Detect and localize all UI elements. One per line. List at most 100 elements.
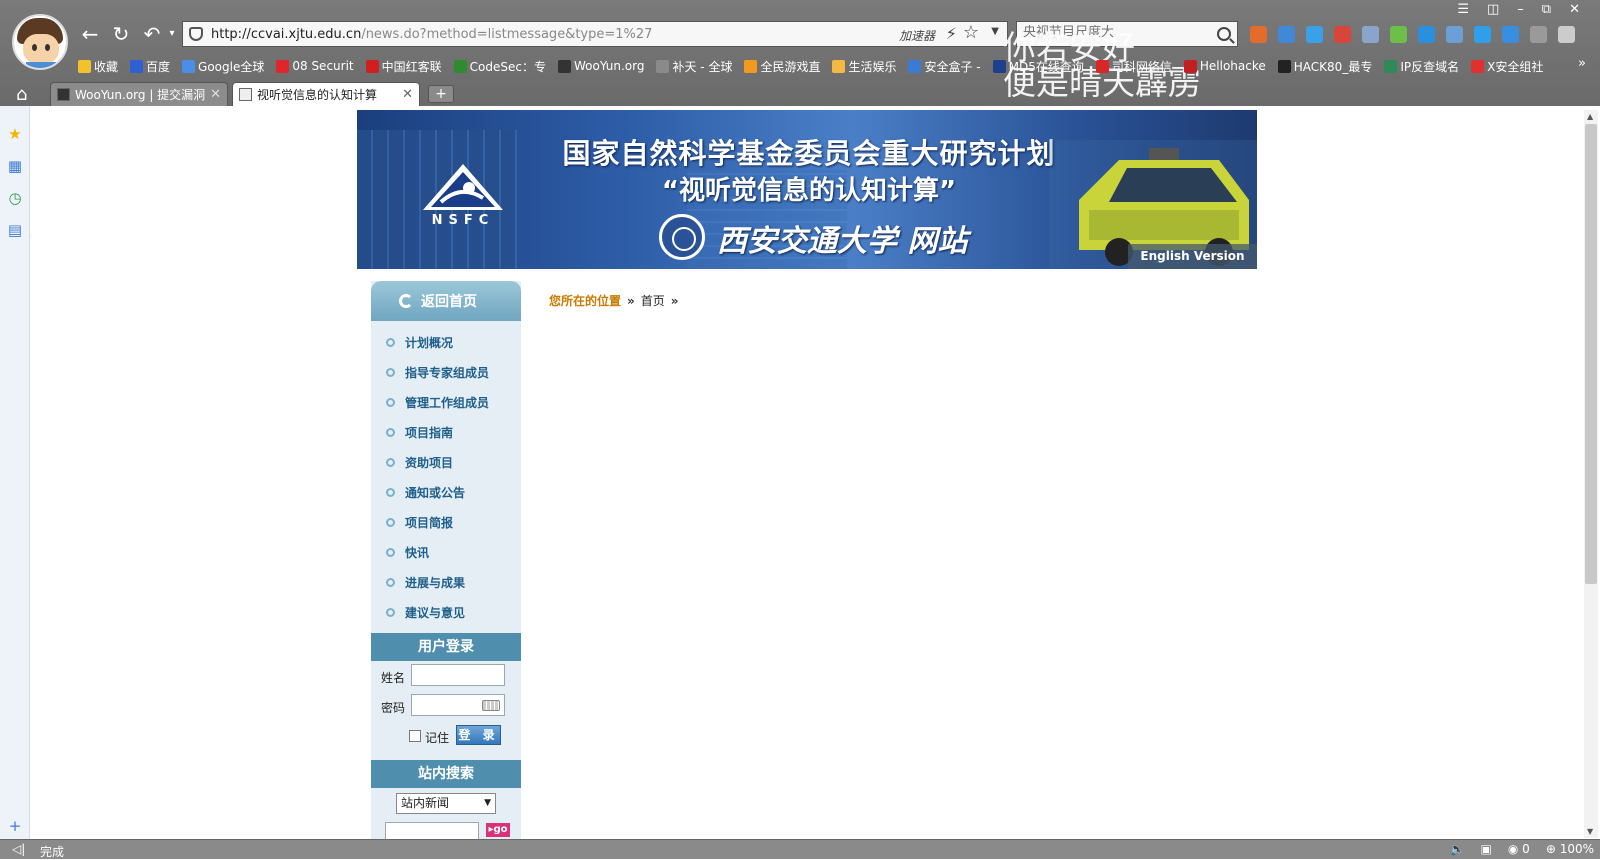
- bookmark-item[interactable]: X安全组社: [1471, 58, 1543, 75]
- accelerator-button[interactable]: 加速器: [899, 27, 935, 44]
- toolbar-extension-icon[interactable]: [1306, 26, 1323, 43]
- browser-side-panel: ★ ▦ ◷ ▤ +: [0, 106, 30, 839]
- address-url[interactable]: http://ccvai.xjtu.edu.cn/news.do?method=…: [211, 27, 652, 42]
- bookmark-item[interactable]: 百度: [130, 58, 170, 75]
- toolbar-extension-icon[interactable]: [1558, 26, 1575, 43]
- bookmark-item[interactable]: 生活娱乐: [832, 58, 896, 75]
- zoom-control[interactable]: ⊕ 100%: [1546, 842, 1594, 856]
- sidebar-menu-item[interactable]: 计划概况: [371, 327, 521, 357]
- add-panel-icon[interactable]: +: [7, 818, 23, 834]
- toolbar-extension-icon[interactable]: [1502, 26, 1519, 43]
- sidebar-menu-item[interactable]: 资助项目: [371, 447, 521, 477]
- minimize-icon[interactable]: –: [1517, 2, 1524, 17]
- bookmark-item[interactable]: HACK80_最专: [1277, 58, 1372, 75]
- scroll-down-icon[interactable]: ▼: [1587, 827, 1593, 836]
- new-tab-button[interactable]: +: [428, 85, 454, 103]
- go-button[interactable]: ▸go: [486, 823, 510, 837]
- scroll-thumb[interactable]: [1585, 124, 1597, 584]
- browser-search-input[interactable]: [1023, 25, 1203, 40]
- reading-icon[interactable]: ▦: [7, 158, 23, 174]
- sidebar-menu-item[interactable]: 快讯: [371, 537, 521, 567]
- screenshot-icon[interactable]: ▣: [1481, 842, 1492, 856]
- favorites-star-icon[interactable]: ★: [7, 126, 23, 142]
- address-dropdown-icon[interactable]: ▼: [991, 26, 999, 37]
- page-favicon-icon: [239, 88, 252, 101]
- sidebar-menu-item[interactable]: 建议与意见: [371, 597, 521, 627]
- browser-search-box[interactable]: [1016, 21, 1238, 47]
- toolbar-extension-icon[interactable]: [1474, 26, 1491, 43]
- toolbar-extension-icon[interactable]: [1334, 26, 1351, 43]
- adblock-count: 0: [1522, 842, 1530, 856]
- bookmark-item[interactable]: Google全球: [182, 58, 264, 75]
- password-input[interactable]: [411, 694, 505, 716]
- adblock-counter[interactable]: ◉ 0: [1508, 842, 1530, 856]
- english-version-link[interactable]: English Version: [1128, 244, 1257, 269]
- bookmark-item[interactable]: Hellohacke: [1183, 59, 1266, 73]
- history-clock-icon[interactable]: ◷: [7, 190, 23, 206]
- tab-wooyun[interactable]: WooYun.org | 提交漏洞 ✕: [50, 82, 228, 106]
- bookmark-item[interactable]: 收藏: [78, 58, 118, 75]
- sidebar-menu-item[interactable]: 指导专家组成员: [371, 357, 521, 387]
- restore-icon[interactable]: ⧉: [1542, 2, 1551, 17]
- skin-icon[interactable]: ◫: [1487, 2, 1499, 17]
- breadcrumb-home-link[interactable]: 首页: [641, 292, 665, 309]
- toolbar-extension-icon[interactable]: [1250, 26, 1267, 43]
- bookmark-item[interactable]: 司科网络信: [1095, 58, 1172, 75]
- toolbar-extension-icon[interactable]: [1530, 26, 1547, 43]
- close-window-icon[interactable]: ✕: [1569, 2, 1580, 17]
- bookmark-item[interactable]: IP反查域名: [1384, 58, 1459, 75]
- bolt-icon[interactable]: ⚡: [946, 24, 957, 43]
- sidebar-menu-item[interactable]: 管理工作组成员: [371, 387, 521, 417]
- bookmark-favicon-icon: [744, 59, 758, 73]
- bookmark-item[interactable]: MD5在线查询: [992, 58, 1084, 75]
- back-icon[interactable]: ←: [78, 22, 102, 46]
- site-search-title: 站内搜索: [371, 760, 521, 788]
- toolbar-extension-icon[interactable]: [1362, 26, 1379, 43]
- search-icon[interactable]: [1217, 27, 1231, 41]
- toolbar-extension-icon[interactable]: [1418, 26, 1435, 43]
- bookmark-item[interactable]: 08 Securit: [276, 59, 354, 73]
- remember-checkbox[interactable]: [409, 730, 421, 742]
- name-input[interactable]: [411, 664, 505, 686]
- address-bar[interactable]: http://ccvai.xjtu.edu.cn/news.do?method=…: [182, 21, 1008, 47]
- tab-current[interactable]: 视听觉信息的认知计算 ✕: [232, 82, 420, 106]
- status-panel-toggle-icon[interactable]: ◁|: [12, 842, 25, 856]
- bookmark-item[interactable]: 安全盒子 -: [908, 58, 981, 75]
- vertical-scrollbar[interactable]: ▲ ▼: [1584, 110, 1598, 838]
- bookmark-item[interactable]: CodeSec：专: [453, 58, 546, 75]
- sidebar-menu-item[interactable]: 项目简报: [371, 507, 521, 537]
- keyboard-icon[interactable]: [482, 700, 500, 711]
- menu-icon[interactable]: ☰: [1457, 2, 1469, 17]
- breadcrumb-separator: »: [627, 293, 635, 308]
- tab-close-icon[interactable]: ✕: [402, 87, 413, 102]
- remember-label: 记住: [425, 731, 450, 745]
- bookmark-item[interactable]: WooYun.org: [557, 59, 644, 73]
- bullet-icon: [386, 577, 395, 587]
- volume-icon[interactable]: 🔈: [1450, 842, 1465, 856]
- sidebar-menu-item[interactable]: 通知或公告: [371, 477, 521, 507]
- security-shield-icon[interactable]: [189, 27, 203, 41]
- bookmark-star-icon[interactable]: ☆: [963, 22, 979, 43]
- sidebar-menu-item[interactable]: 项目指南: [371, 417, 521, 447]
- login-button[interactable]: 登 录: [456, 725, 501, 745]
- scroll-up-icon[interactable]: ▲: [1587, 112, 1593, 121]
- toolbar-extension-icon[interactable]: [1390, 26, 1407, 43]
- undo-dropdown-icon[interactable]: ▾: [160, 22, 184, 46]
- notes-icon[interactable]: ▤: [7, 222, 23, 238]
- bookmark-item[interactable]: 补天 - 全球: [656, 58, 732, 75]
- refresh-icon[interactable]: ↻: [109, 22, 133, 46]
- bookmark-item[interactable]: 全民游戏直: [744, 58, 820, 75]
- bookmarks-more-icon[interactable]: »: [1578, 56, 1586, 71]
- bookmark-item[interactable]: 中国红客联: [365, 58, 442, 75]
- home-icon[interactable]: ⌂: [16, 84, 36, 105]
- user-avatar[interactable]: [12, 14, 68, 70]
- bookmark-label: 司科网络信: [1111, 59, 1172, 74]
- toolbar-extension-icon[interactable]: [1446, 26, 1463, 43]
- site-search-input[interactable]: [385, 822, 479, 840]
- bookmark-label: Google全球: [198, 59, 265, 74]
- search-scope-select[interactable]: 站内新闻 ▼: [396, 793, 496, 814]
- back-home-button[interactable]: 返回首页: [371, 281, 521, 321]
- toolbar-extension-icon[interactable]: [1278, 26, 1295, 43]
- sidebar-menu-item[interactable]: 进展与成果: [371, 567, 521, 597]
- tab-close-icon[interactable]: ✕: [210, 87, 221, 102]
